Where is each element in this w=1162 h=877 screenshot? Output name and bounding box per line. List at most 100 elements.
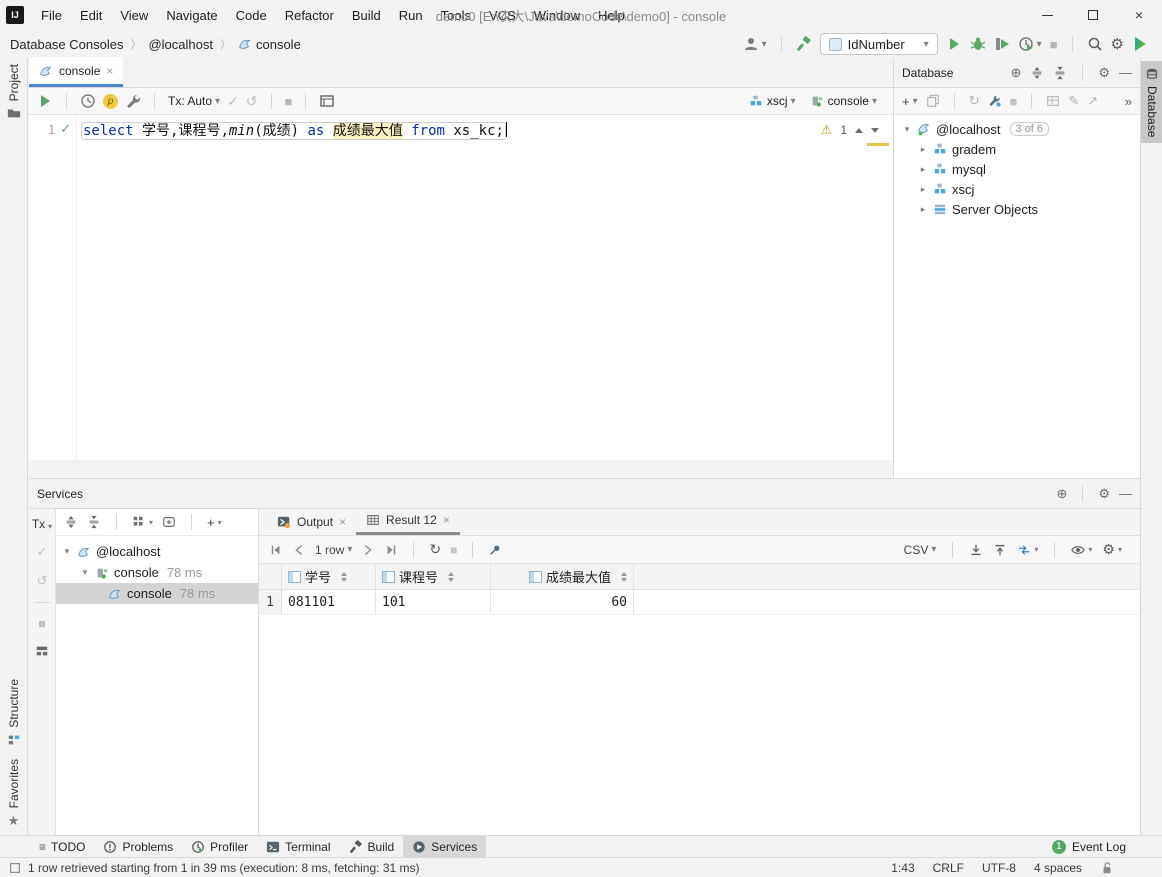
gear-icon[interactable]: ⚙ — [1098, 486, 1110, 502]
caret-position[interactable]: 1:43 — [891, 861, 914, 875]
grid-cell[interactable]: 60 — [491, 590, 634, 614]
close-tab-icon[interactable]: × — [106, 64, 113, 78]
menu-window[interactable]: Window — [525, 0, 589, 30]
page-size-select[interactable]: 1 row ▾ — [315, 543, 352, 557]
wrench-icon[interactable] — [125, 93, 141, 109]
toolwindow-todo[interactable]: ≡ TODO — [30, 836, 94, 858]
close-tab-icon[interactable]: × — [443, 513, 450, 527]
menu-file[interactable]: File — [32, 0, 71, 30]
services-node-console-file[interactable]: console 78 ms — [56, 583, 258, 604]
gradient-play-icon[interactable] — [1132, 36, 1148, 52]
prev-warning-icon[interactable] — [855, 128, 863, 133]
toolwindow-tab-database[interactable]: Database — [1141, 61, 1162, 143]
output-mode-icon[interactable] — [319, 93, 335, 109]
next-warning-icon[interactable] — [871, 128, 879, 133]
chevron-right-icon[interactable]: ▸ — [918, 164, 928, 175]
toolwindow-tab-project[interactable]: Project — [7, 58, 21, 126]
run-configuration-select[interactable]: IdNumber ▾ — [820, 33, 938, 55]
chevron-down-icon[interactable]: ▾ — [80, 567, 90, 578]
expand-all-icon[interactable] — [64, 515, 78, 529]
menu-refactor[interactable]: Refactor — [276, 0, 343, 30]
sort-icon[interactable] — [341, 572, 347, 582]
toolwindow-terminal[interactable]: Terminal — [257, 836, 339, 858]
menu-view[interactable]: View — [111, 0, 157, 30]
chevron-down-icon[interactable]: ▾ — [902, 124, 912, 135]
schema-select[interactable]: xscj ▾ — [749, 94, 796, 108]
row-number[interactable]: 1 — [259, 590, 282, 614]
line-ending-indicator[interactable]: CRLF — [933, 861, 964, 875]
tree-node-localhost[interactable]: ▾ @localhost 3 of 6 — [894, 119, 1140, 139]
session-select[interactable]: console ▾ — [810, 94, 877, 108]
event-log-button[interactable]: Event Log — [1072, 840, 1126, 854]
search-everywhere-button[interactable] — [1087, 36, 1103, 52]
services-node-localhost[interactable]: ▾ @localhost — [56, 541, 258, 562]
column-header-xuehao[interactable]: 学号 — [282, 564, 376, 589]
add-service-button[interactable]: +▾ — [207, 515, 222, 530]
settings-gear-button[interactable]: ⚙ — [1111, 35, 1124, 53]
menu-edit[interactable]: Edit — [71, 0, 111, 30]
collapse-all-icon[interactable] — [87, 515, 101, 529]
grid-cell[interactable]: 081101 — [282, 590, 376, 614]
more-actions-icon[interactable]: » — [1125, 94, 1132, 109]
tab-output[interactable]: Output × — [267, 508, 356, 535]
menu-tools[interactable]: Tools — [432, 0, 480, 30]
code-line[interactable]: select 学号,课程号,min(成绩) as 成绩最大值 from xs_k… — [77, 115, 893, 460]
last-page-icon[interactable] — [384, 543, 398, 557]
profiler-button[interactable]: ▾ — [1018, 36, 1042, 52]
menu-build[interactable]: Build — [343, 0, 390, 30]
expand-all-icon[interactable] — [1030, 66, 1044, 80]
code-editor[interactable]: 1 ✓ select 学号,课程号,min(成绩) as 成绩最大值 from … — [29, 115, 893, 460]
jump-to-console-icon[interactable] — [988, 94, 1002, 108]
debug-button[interactable] — [970, 36, 986, 52]
close-tab-icon[interactable]: × — [339, 515, 346, 529]
tree-node-server-objects[interactable]: ▸ Server Objects — [894, 199, 1140, 219]
locate-icon[interactable]: ⊕ — [1010, 65, 1021, 81]
history-icon[interactable] — [80, 93, 96, 109]
first-page-icon[interactable] — [269, 543, 283, 557]
indent-indicator[interactable]: 4 spaces — [1034, 861, 1082, 875]
column-header-chengjizuidazhi[interactable]: 成绩最大值 — [491, 564, 634, 589]
gear-icon[interactable]: ⚙ — [1098, 65, 1110, 81]
services-node-console-session[interactable]: ▾ console 78 ms — [56, 562, 258, 583]
chevron-right-icon[interactable]: ▸ — [918, 144, 928, 155]
minimize-button[interactable] — [1024, 0, 1070, 30]
collapse-all-icon[interactable] — [1053, 66, 1067, 80]
menu-run[interactable]: Run — [390, 0, 432, 30]
editor-tab-console[interactable]: console × — [29, 57, 123, 87]
column-header-kechenghao[interactable]: 课程号 — [376, 564, 491, 589]
run-with-coverage-button[interactable] — [994, 36, 1010, 52]
add-datasource-button[interactable]: +▾ — [902, 94, 918, 109]
hide-panel-icon[interactable]: — — [1119, 65, 1132, 80]
sort-icon[interactable] — [448, 572, 454, 582]
tx-rail-button[interactable]: Tx▾ — [32, 517, 52, 531]
parameters-icon[interactable]: p — [103, 94, 118, 109]
breadcrumb-localhost[interactable]: @localhost — [148, 37, 213, 52]
menu-help[interactable]: Help — [589, 0, 634, 30]
export-format-select[interactable]: CSV ▾ — [904, 543, 937, 557]
sort-icon[interactable] — [621, 572, 627, 582]
export-data-icon[interactable] — [969, 543, 983, 557]
tab-result-12[interactable]: Result 12 × — [356, 508, 460, 535]
breadcrumb-console[interactable]: console — [256, 37, 301, 52]
toolwindow-problems[interactable]: Problems — [94, 836, 182, 858]
breadcrumb-database-consoles[interactable]: Database Consoles — [10, 37, 123, 52]
tree-node-xscj[interactable]: ▸ xscj — [894, 179, 1140, 199]
menu-vcs[interactable]: VCS — [480, 0, 525, 30]
previous-page-icon[interactable] — [292, 543, 306, 557]
menu-navigate[interactable]: Navigate — [157, 0, 226, 30]
toolwindow-tab-structure[interactable]: Structure — [7, 673, 21, 753]
locate-icon[interactable]: ⊕ — [1056, 486, 1067, 502]
unlocked-padlock-icon[interactable] — [1100, 861, 1114, 875]
run-button[interactable] — [946, 36, 962, 52]
hide-panel-icon[interactable]: — — [1119, 486, 1132, 501]
tree-node-mysql[interactable]: ▸ mysql — [894, 159, 1140, 179]
show-in-new-frame-icon[interactable] — [162, 515, 176, 529]
layout-icon[interactable] — [35, 644, 49, 658]
toolwindow-build[interactable]: Build — [340, 836, 404, 858]
toolwindow-profiler[interactable]: Profiler — [182, 836, 257, 858]
group-by-button[interactable]: ▾ — [132, 515, 153, 529]
error-stripe-mark[interactable] — [867, 143, 889, 146]
grid-cell[interactable]: 101 — [376, 590, 491, 614]
encoding-indicator[interactable]: UTF-8 — [982, 861, 1016, 875]
user-account-button[interactable]: ▾ — [743, 36, 767, 52]
